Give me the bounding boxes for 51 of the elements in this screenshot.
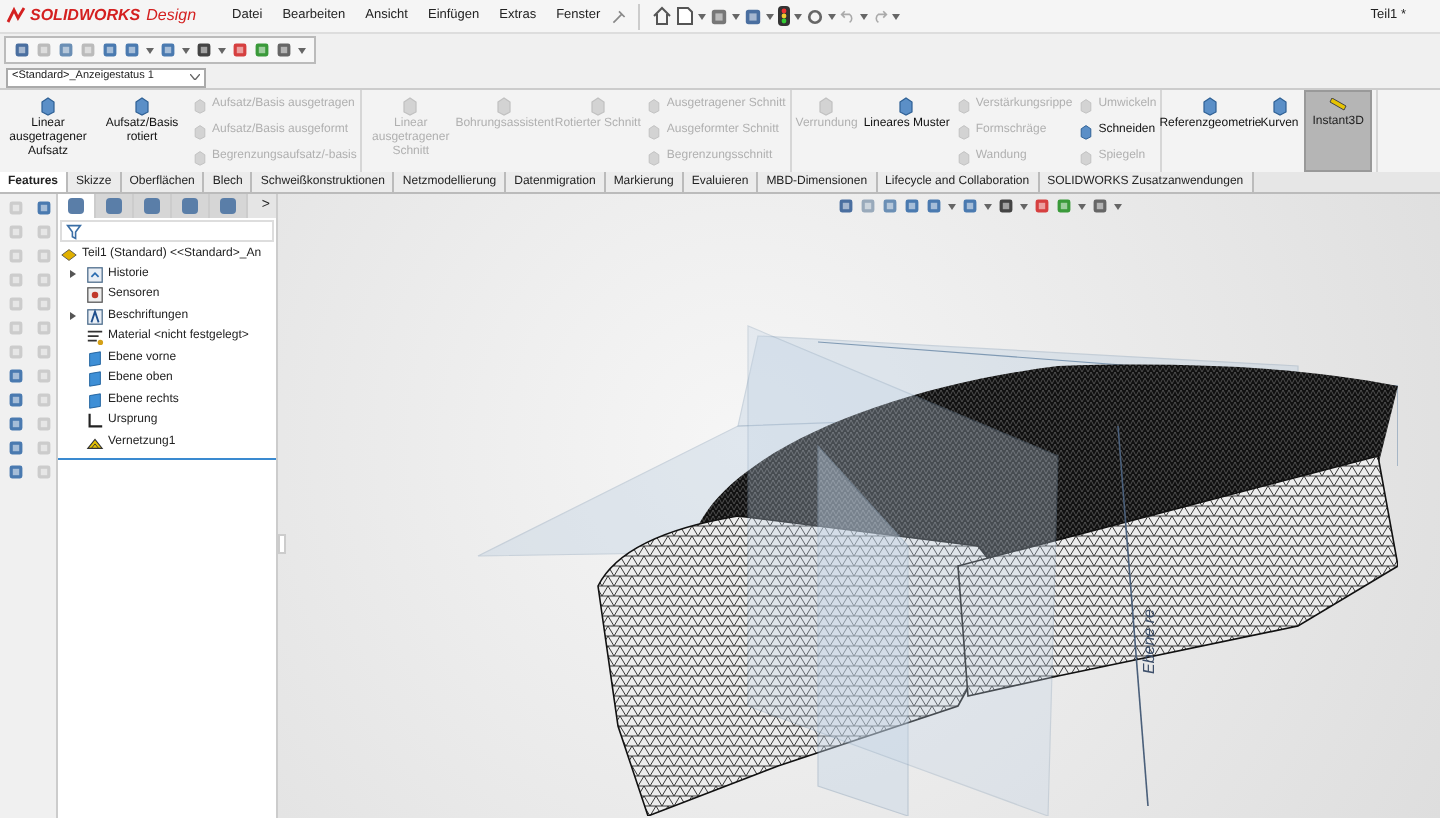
caret-icon[interactable] [860,13,869,19]
material-icon [86,328,104,347]
sensor-folder-icon [86,286,104,305]
feature-icon [400,96,421,116]
plane-label: Ebene re [1138,609,1160,674]
caret-icon[interactable] [182,47,190,53]
expand-arrow-icon[interactable] [69,270,75,279]
expand-arrow-icon[interactable] [69,312,75,321]
home-icon[interactable] [652,6,673,26]
mesh-icon [86,433,104,452]
panel-tab[interactable] [134,194,172,218]
feature-icon [1200,96,1221,116]
caret-icon[interactable] [1020,203,1028,209]
caret-icon[interactable] [698,13,707,19]
new-document-icon[interactable] [676,6,695,26]
caret-icon[interactable] [732,13,741,19]
feature-icon [587,96,608,116]
pin-icon[interactable] [612,9,627,23]
annotation-folder-icon [86,307,104,326]
feature-icon [1269,96,1290,116]
caret-icon[interactable] [1114,203,1122,209]
settings-icon[interactable] [806,7,825,25]
panel-tab[interactable] [58,194,96,218]
feature-icon [494,96,515,116]
caret-icon[interactable] [218,47,226,53]
chevron-down-icon [190,74,200,80]
feature-icon [816,96,837,116]
part-icon [60,245,78,263]
traffic-light-icon[interactable] [778,6,791,26]
filter-icon[interactable] [66,223,82,239]
feature-icon [132,96,152,116]
panel-tab[interactable] [210,194,248,218]
caret-icon[interactable] [298,47,306,53]
caret-icon[interactable] [892,13,901,19]
history-folder-icon [86,265,104,284]
ruler-icon [1328,98,1349,114]
product-name: Design [146,4,197,28]
feature-icon [38,96,58,116]
origin-axes-icon [86,412,104,431]
caret-icon[interactable] [984,203,992,209]
caret-icon[interactable] [1078,203,1086,209]
caret-icon[interactable] [794,13,803,19]
caret-icon[interactable] [146,47,154,53]
panel-tab[interactable] [96,194,134,218]
logo-icon [6,6,26,26]
caret-icon[interactable] [828,13,837,19]
caret-icon[interactable] [948,203,956,209]
feature-icon [896,96,917,116]
brand-logo: SOLIDWORKS [30,4,141,28]
caret-icon[interactable] [766,13,775,19]
panel-tab[interactable] [172,194,210,218]
